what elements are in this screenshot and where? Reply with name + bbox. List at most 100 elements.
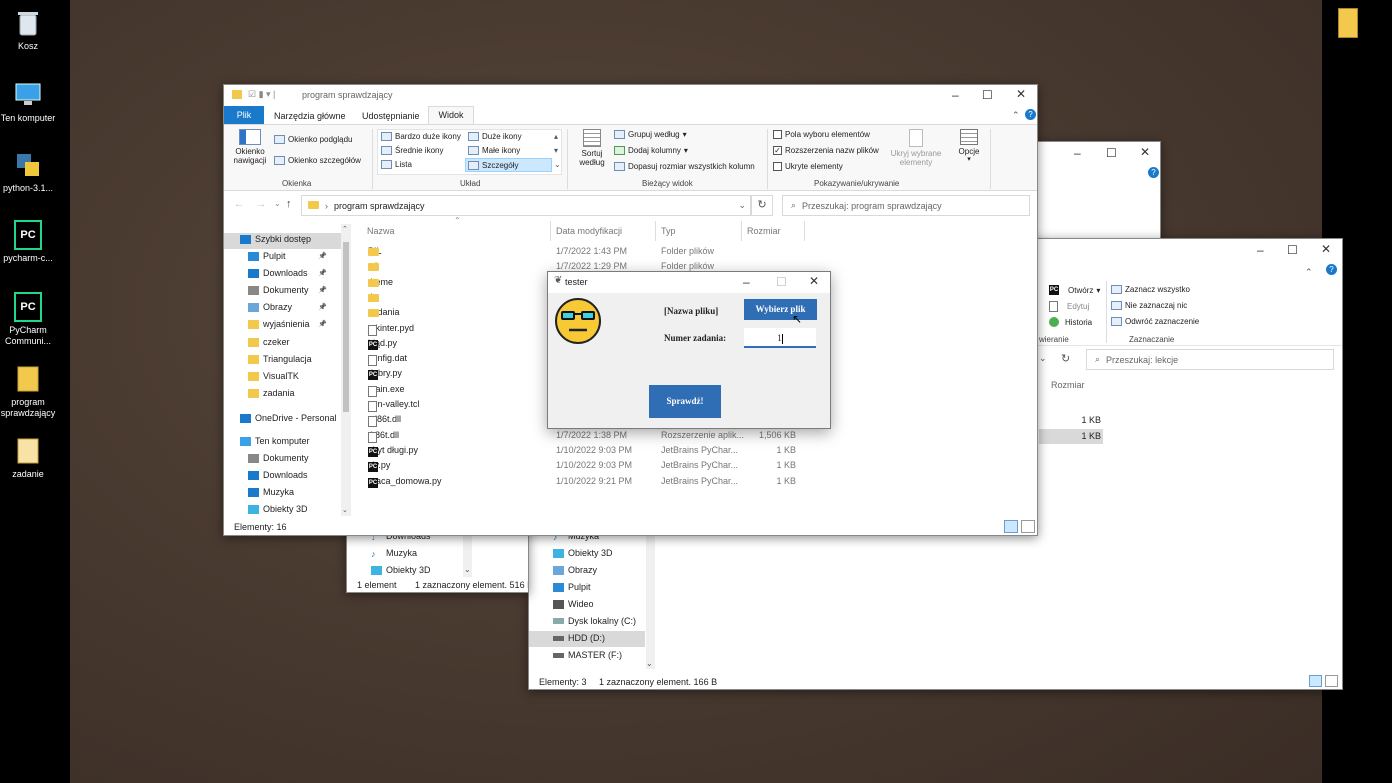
nav-item[interactable]: Muzyka — [248, 487, 294, 497]
layout-large-icons[interactable]: Duże ikony — [468, 132, 522, 141]
file-row[interactable]: tk86t.dll 1/7/2022 1:38 PM Rozszerzenie ap… — [364, 428, 819, 443]
fit-columns-button[interactable]: Dopasuj rozmiar wszystkich kolumn — [614, 162, 755, 171]
close-button[interactable]: ✕ — [1140, 145, 1150, 159]
help-icon[interactable]: ? — [1326, 264, 1337, 275]
details-pane-button[interactable]: Okienko szczegółów — [274, 156, 361, 165]
nav-item-wideo[interactable]: Wideo — [553, 599, 594, 609]
pin-icon[interactable]: 📌 — [318, 286, 327, 294]
minimize-button[interactable]: – — [1074, 146, 1081, 160]
minimize-button[interactable]: – — [952, 88, 959, 102]
tab-plik[interactable]: Plik — [224, 106, 264, 124]
add-columns-button[interactable]: Dodaj kolumny ▾ — [614, 146, 688, 155]
item-checkboxes-option[interactable]: Pola wyboru elementów — [773, 130, 870, 139]
details-view-icon[interactable] — [1004, 520, 1018, 533]
file-row[interactable]: PC praca_domowa.py 1/10/2022 9:21 PM JetBra… — [364, 474, 819, 489]
nav-item-obrazy[interactable]: Obrazy — [553, 565, 597, 575]
nav-item[interactable]: wyjaśnienia 📌 — [248, 319, 327, 329]
close-button[interactable]: ✕ — [809, 274, 819, 288]
recent-dropdown-icon[interactable]: ⌄ — [274, 199, 281, 208]
preview-pane-button[interactable]: Okienko podglądu — [274, 135, 353, 144]
layout-extra-large-icons[interactable]: Bardzo duże ikony — [381, 132, 461, 141]
pin-icon[interactable]: 📌 — [318, 303, 327, 311]
help-icon[interactable]: ? — [1025, 109, 1036, 120]
invert-selection-button[interactable]: Odwróć zaznaczenie — [1111, 317, 1199, 326]
pin-icon[interactable]: 📌 — [318, 269, 327, 277]
search-box[interactable]: ⌕ Przeszukaj: lekcje — [1086, 349, 1334, 370]
choose-file-button[interactable]: Wybierz plik — [744, 299, 817, 320]
nav-item[interactable]: Szybki dostęp — [240, 234, 311, 244]
nav-item[interactable]: zadania — [248, 388, 295, 398]
navigation-pane-button[interactable]: Okienko nawigacji — [230, 129, 270, 165]
tab-narzedzia-glowne[interactable]: Narzędzia główne — [274, 111, 346, 121]
file-row[interactable]: PC zbyt długi.py 1/10/2022 9:03 PM JetBrain… — [364, 443, 819, 458]
options-button[interactable]: Opcje ▾ — [954, 129, 984, 163]
refresh-button[interactable]: ↻ — [751, 195, 773, 216]
help-icon[interactable]: ? — [1148, 167, 1159, 178]
explorer-window-back-top[interactable]: – ☐ ✕ ? — [1035, 141, 1161, 241]
desktop-icon-pycharm-installer[interactable]: PC pycharm-c... — [0, 220, 56, 264]
collapse-ribbon-icon[interactable]: ⌃ — [1012, 110, 1020, 121]
group-by-button[interactable]: Grupuj według ▾ — [614, 130, 687, 139]
nav-item-obiekty-3d[interactable]: Obiekty 3D — [553, 548, 613, 558]
column-separator[interactable] — [804, 221, 805, 241]
minimize-button[interactable]: – — [1257, 243, 1264, 257]
desktop-icon-program[interactable]: program sprawdzający — [0, 364, 56, 419]
column-header-size[interactable]: Rozmiar — [747, 226, 781, 236]
scroll-down-icon[interactable]: ⌄ — [464, 565, 471, 574]
desktop-icon-pycharm[interactable]: PC PyCharm Communi... — [0, 292, 56, 347]
nav-item-drive-f[interactable]: MASTER (F:) — [553, 650, 622, 660]
up-icon[interactable]: ↑ — [286, 198, 292, 210]
nav-item-obiekty-3d[interactable]: Obiekty 3D — [371, 565, 431, 575]
minimize-button[interactable]: – — [743, 275, 750, 289]
column-header-size[interactable]: Rozmiar — [1051, 380, 1085, 390]
column-separator[interactable] — [741, 221, 742, 241]
back-icon[interactable]: ← — [234, 199, 244, 210]
gallery-scroll-icon[interactable]: ▴ ▾ ⌄ — [554, 130, 561, 172]
maximize-button[interactable]: ☐ — [982, 88, 993, 102]
file-extensions-option[interactable]: ✓ Rozszerzenia nazw plików — [773, 146, 879, 155]
sort-by-button[interactable]: Sortuj według — [572, 129, 612, 167]
maximize-button[interactable]: ☐ — [1106, 146, 1117, 160]
scroll-down-icon[interactable]: ⌄ — [342, 506, 348, 514]
scrollbar-thumb[interactable] — [343, 242, 349, 412]
checkbox-checked[interactable]: ✓ — [773, 146, 782, 155]
desktop-icon-python[interactable]: python-3.1... — [0, 150, 56, 194]
column-header-type[interactable]: Typ — [661, 226, 676, 236]
layout-medium-icons[interactable]: Średnie ikony — [381, 146, 443, 155]
nav-item[interactable]: czeker — [248, 337, 290, 347]
large-icons-view-icon[interactable] — [1325, 675, 1338, 687]
maximize-button[interactable]: ☐ — [776, 275, 787, 289]
nav-item[interactable]: OneDrive - Personal — [240, 413, 337, 423]
search-box[interactable]: ⌕ Przeszukaj: program sprawdzający — [782, 195, 1030, 216]
large-icons-view-icon[interactable] — [1021, 520, 1035, 533]
nav-item[interactable]: Dokumenty 📌 — [248, 285, 327, 295]
column-separator[interactable] — [655, 221, 656, 241]
layout-list[interactable]: Lista — [381, 160, 412, 169]
checkbox[interactable] — [773, 130, 782, 139]
tester-window[interactable]: ❦ tester – ☐ ✕ [Nazwa pliku] Wybierz pli… — [547, 271, 831, 429]
refresh-icon[interactable]: ↻ — [1061, 352, 1070, 365]
details-view-icon[interactable] — [1309, 675, 1322, 687]
select-none-button[interactable]: Nie zaznaczaj nic — [1111, 301, 1187, 310]
tab-udostepnianie[interactable]: Udostępnianie — [362, 111, 420, 121]
nav-item[interactable]: Obiekty 3D — [248, 504, 308, 514]
file-row[interactable]: PC zły.py 1/10/2022 9:03 PM JetBrains PyCha… — [364, 458, 819, 473]
desktop-icon-this-pc[interactable]: Ten komputer — [0, 80, 56, 124]
layout-small-icons[interactable]: Małe ikony — [468, 146, 520, 155]
close-button[interactable]: ✕ — [1016, 87, 1026, 101]
nav-item[interactable]: Triangulacja — [248, 354, 312, 364]
file-row[interactable]: PIL 1/7/2022 1:43 PM Folder plików — [364, 244, 819, 259]
nav-item[interactable]: Pulpit 📌 — [248, 251, 327, 261]
address-bar[interactable]: › program sprawdzający ⌄ — [301, 195, 751, 216]
open-button[interactable]: PC Otwórz ▾ — [1049, 285, 1100, 295]
scroll-down-icon[interactable]: ⌄ — [646, 659, 653, 668]
quick-access-toolbar-icon[interactable]: ☑ ▮ ▾ | — [248, 89, 275, 100]
layout-details[interactable]: Szczegóły — [465, 158, 552, 172]
nav-scrollbar[interactable] — [341, 224, 351, 516]
forward-icon[interactable]: → — [256, 199, 266, 210]
task-number-input[interactable]: 1 — [744, 328, 816, 348]
desktop-icon-recycle-bin[interactable]: Kosz — [0, 8, 56, 52]
nav-item[interactable]: Ten komputer — [240, 436, 310, 446]
nav-item[interactable]: VisualTK — [248, 371, 299, 381]
nav-item-drive-d[interactable]: HDD (D:) — [553, 633, 605, 643]
